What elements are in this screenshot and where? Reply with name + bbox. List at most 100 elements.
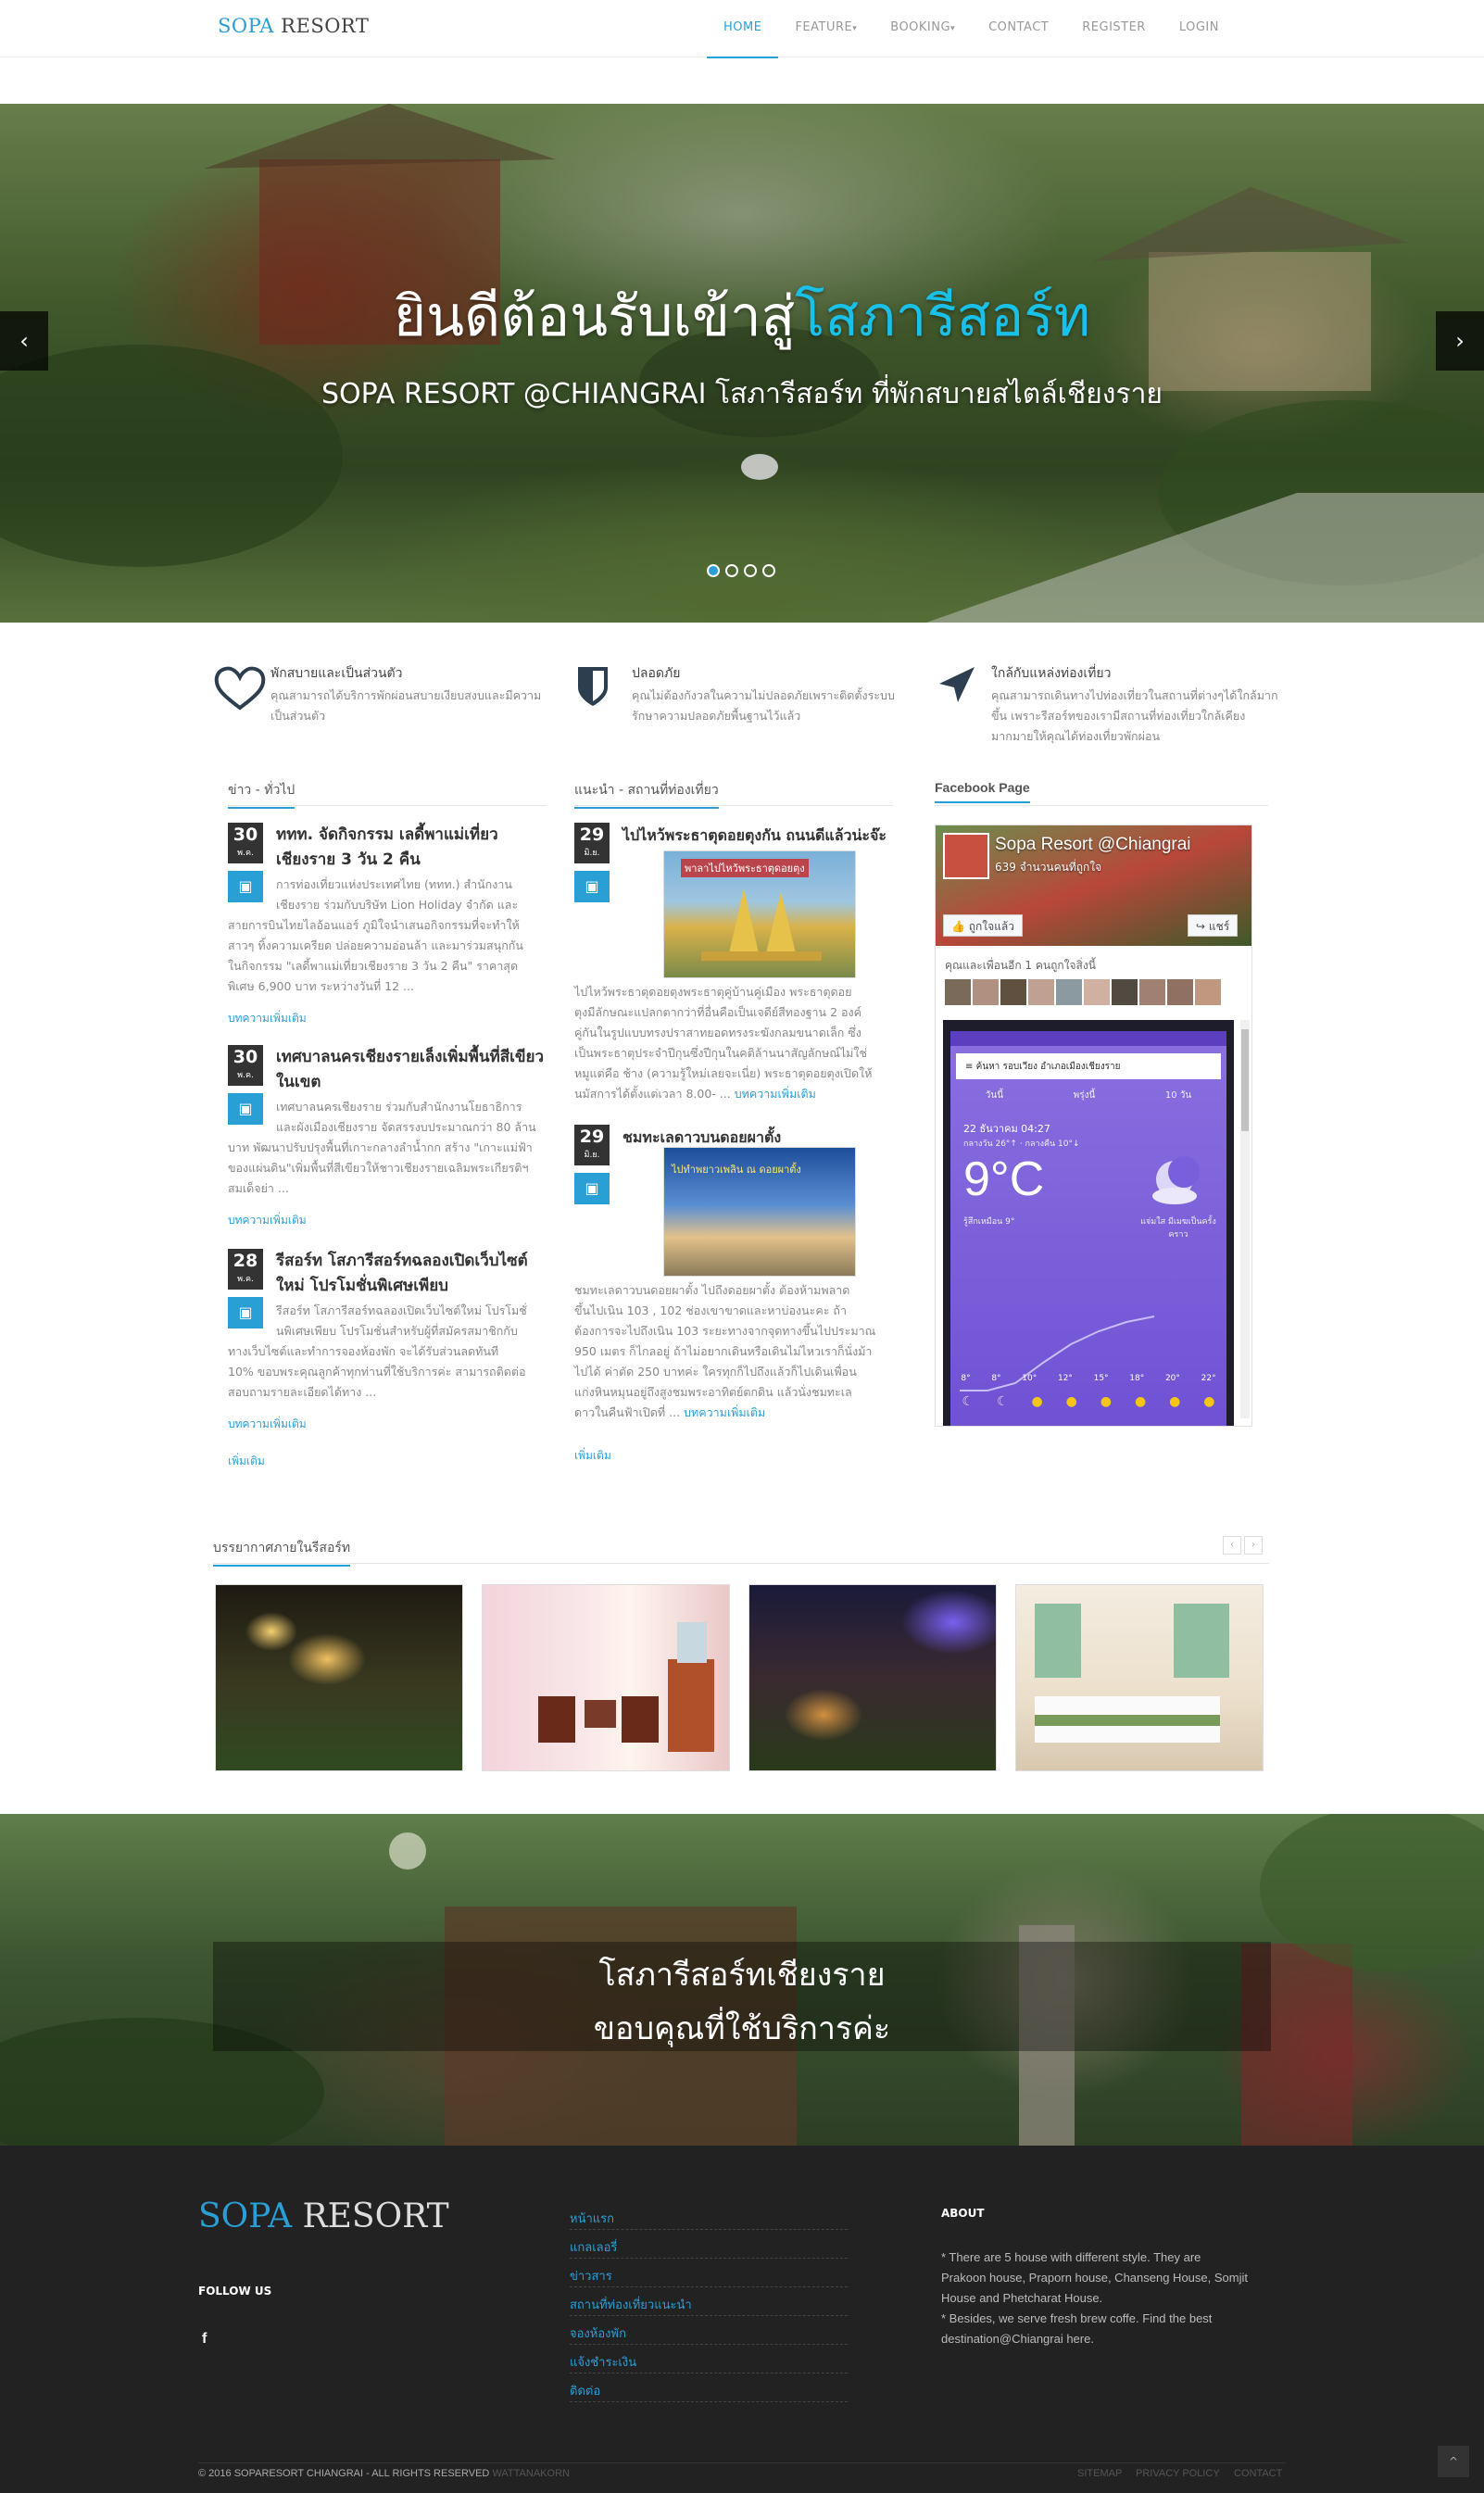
weather-condition: แจ่มใส มีเมฆเป็นครั้งคราว [1140, 1217, 1216, 1240]
news-see-more-link[interactable]: เพิ่มเติม [228, 1453, 265, 1470]
feature-safety: ปลอดภัย คุณไม่ต้องกังวลในความไม่ปลอดภัยเ… [574, 661, 926, 754]
footer-link-attractions[interactable]: สถานที่ท่องเที่ยวแนะนำ [570, 2287, 848, 2316]
author-link[interactable]: WATTANAKORN [492, 2468, 570, 2479]
back-to-top-button[interactable]: ^ [1438, 2446, 1469, 2477]
post-excerpt: รีสอร์ท โสภารีสอร์ทฉลองเปิดเว็บไซต์ใหม่ … [276, 1303, 527, 1338]
gallery-image-night-garden[interactable] [215, 1584, 463, 1771]
fb-like-button[interactable]: 👍 ถูกใจแล้ว [943, 914, 1024, 937]
feature-desc: คุณสามารถเดินทางไปท่องเที่ยวในสถานที่ต่า… [991, 688, 1278, 743]
friend-avatar[interactable] [1195, 979, 1221, 1005]
post-date: 28 พ.ค. [228, 1249, 263, 1290]
carousel-dot[interactable] [707, 564, 720, 577]
footer-brand-logo[interactable]: SOPA RESORT [198, 2197, 449, 2235]
footer-link-home[interactable]: หน้าแรก [570, 2201, 848, 2230]
caret-down-icon: ▾ [852, 24, 858, 33]
menu-login[interactable]: LOGIN [1163, 0, 1236, 57]
post-excerpt: ไปไหว้พระธาตุดอยตุงพระธาตุคู่บ้านคู่เมือ… [574, 985, 873, 1101]
heart-icon [214, 666, 266, 711]
carousel-next-button[interactable]: › [1436, 311, 1484, 371]
share-icon: ↪ [1196, 920, 1209, 933]
site-footer: SOPA RESORT FOLLOW US f หน้าแรก แกลเลอรี… [0, 2146, 1484, 2493]
fb-scrollbar[interactable] [1240, 1020, 1250, 1418]
post-excerpt: การท่องเที่ยวแห่งประเทศไทย (ททท.) สำนักง… [276, 877, 519, 912]
post-title[interactable]: เทศบาลนครเชียงรายเล็งเพิ่มพื้นที่สีเขียว… [276, 1045, 544, 1095]
doi-tung-image[interactable]: พาลาไปไหว้พระธาตุดอยตุง [663, 850, 856, 978]
post-excerpt-cont: บาท พัฒนาปรับปรุงพื้นที่เกาะกลางลำน้ำกก … [228, 1140, 533, 1195]
fb-page-avatar[interactable] [943, 833, 989, 879]
gallery-nav: ‹ › [1223, 1536, 1263, 1555]
sitemap-link[interactable]: SITEMAP [1077, 2468, 1122, 2479]
read-more-link[interactable]: บทความเพิ่มเติม [684, 1405, 765, 1419]
carousel-dot[interactable] [725, 564, 738, 577]
friend-avatar[interactable] [1056, 979, 1082, 1005]
image-icon: ▣ [228, 1093, 263, 1125]
fb-post-image[interactable]: ≡ ค้นหา รอบเวียง อำเภอเมืองเชียงราย วันน… [943, 1020, 1234, 1426]
post-date: 29 มิ.ย. [574, 823, 610, 863]
friend-avatar[interactable] [1112, 979, 1138, 1005]
friend-avatar[interactable] [973, 979, 999, 1005]
travel-post: 29 มิ.ย. ▣ ไปไหว้พระธาตุดอยตุงกัน ถนนดีแล… [574, 823, 893, 1110]
about-heading: ABOUT [941, 2207, 985, 2220]
hero-carousel: ยินดีต้อนรับเข้าสู่โสภารีสอร์ท SOPA RESO… [0, 104, 1484, 623]
read-more-link[interactable]: บทความเพิ่มเติม [228, 1212, 307, 1229]
carousel-prev-button[interactable]: ‹ [0, 311, 48, 371]
footer-link-contact[interactable]: ติดต่อ [570, 2373, 848, 2402]
fb-page-name[interactable]: Sopa Resort @Chiangrai [995, 835, 1191, 855]
main-menu: HOME FEATURE▾ BOOKING▾ CONTACT REGISTER … [706, 0, 1236, 58]
fb-share-button[interactable]: ↪ แชร์ [1188, 914, 1239, 937]
gallery-image-bedroom[interactable] [1015, 1584, 1264, 1771]
gallery-prev-button[interactable]: ‹ [1223, 1536, 1241, 1555]
doi-pha-tang-image[interactable]: ไปทำพยาวเพลิน ณ ดอยผาตั้ง [663, 1147, 856, 1277]
post-date: 30 พ.ค. [228, 823, 263, 863]
sun-icon: ● [1031, 1394, 1043, 1409]
chevron-up-icon: ^ [1448, 2455, 1459, 2468]
facebook-icon[interactable]: f [202, 2331, 207, 2348]
friend-avatar[interactable] [1084, 979, 1110, 1005]
friend-avatar[interactable] [1028, 979, 1054, 1005]
moon-cloud-icon [1152, 1156, 1200, 1204]
post-excerpt-cont: ทางเว็บไซต์และทำการจองห้องพัก จะได้รับส่… [228, 1344, 526, 1399]
brand-logo[interactable]: SOPA RESORT [218, 15, 369, 37]
privacy-policy-link[interactable]: PRIVACY POLICY [1136, 2468, 1220, 2479]
footer-link-booking[interactable]: จองห้องพัก [570, 2316, 848, 2345]
feature-privacy: พักสบายและเป็นส่วนตัว คุณสามารถได้บริการ… [213, 661, 565, 754]
post-title[interactable]: ททท. จัดกิจกรรม เลดี้พาแม่เที่ยว เชียงราย… [276, 823, 498, 873]
read-more-link[interactable]: บทความเพิ่มเติม [228, 1010, 307, 1027]
post-title[interactable]: ชมทะเลดาวบนดอยผาตั้ง [623, 1125, 781, 1150]
menu-feature[interactable]: FEATURE▾ [778, 0, 874, 57]
carousel-dot[interactable] [744, 564, 757, 577]
friend-avatar[interactable] [1139, 979, 1165, 1005]
feature-title: ใกล้กับแหล่งท่องเที่ยว [991, 666, 1112, 681]
menu-contact[interactable]: CONTACT [972, 0, 1065, 57]
menu-home[interactable]: HOME [706, 0, 779, 58]
travel-see-more-link[interactable]: เพิ่มเติม [574, 1447, 611, 1465]
read-more-link[interactable]: บทความเพิ่มเติม [735, 1087, 816, 1101]
friend-avatar[interactable] [945, 979, 971, 1005]
gallery-image-house-night[interactable] [748, 1584, 997, 1771]
friend-avatar[interactable] [1167, 979, 1193, 1005]
post-date: 29 มิ.ย. [574, 1125, 610, 1165]
weather-date: 22 ธันวาคม 04:27 [963, 1123, 1050, 1135]
image-icon: ▣ [574, 871, 610, 902]
post-title[interactable]: รีสอร์ท โสภารีสอร์ทฉลองเปิดเว็บไซต์ ใหม่ … [276, 1249, 528, 1299]
gallery-next-button[interactable]: › [1244, 1536, 1263, 1555]
fb-like-count: 639 จำนวนคนที่ถูกใจ [995, 861, 1102, 874]
thumbs-up-icon: 👍 [951, 920, 969, 933]
contact-link[interactable]: CONTACT [1234, 2468, 1282, 2479]
gallery-image-pink-room[interactable] [482, 1584, 730, 1771]
menu-register[interactable]: REGISTER [1065, 0, 1163, 57]
footer-link-payment[interactable]: แจ้งชำระเงิน [570, 2345, 848, 2373]
post-title[interactable]: ไปไหว้พระธาตุดอยตุงกัน ถนนดีแล้วน่ะจ๊ะ [623, 823, 887, 848]
travel-post: 29 มิ.ย. ▣ ชมทะเลดาวบนดอยผาตั้ง ไปทำพยาวเ… [574, 1125, 893, 1430]
carousel-dot[interactable] [762, 564, 775, 577]
footer-link-gallery[interactable]: แกลเลอรี่ [570, 2230, 848, 2259]
read-more-link[interactable]: บทความเพิ่มเติม [228, 1416, 307, 1433]
footer-links: หน้าแรก แกลเลอรี่ ข่าวสาร สถานที่ท่องเที… [570, 2201, 848, 2402]
news-post: 28 พ.ค. ▣ รีสอร์ท โสภารีสอร์ทฉลองเปิดเว็บ… [228, 1249, 547, 1462]
facebook-page-widget: Sopa Resort @Chiangrai 639 จำนวนคนที่ถูก… [935, 825, 1252, 1427]
footer-link-news[interactable]: ข่าวสาร [570, 2259, 848, 2287]
friend-avatar[interactable] [1000, 979, 1026, 1005]
moon-icon: ☾ [996, 1394, 1009, 1409]
feature-title: ปลอดภัย [632, 666, 681, 681]
menu-booking[interactable]: BOOKING▾ [874, 0, 972, 57]
